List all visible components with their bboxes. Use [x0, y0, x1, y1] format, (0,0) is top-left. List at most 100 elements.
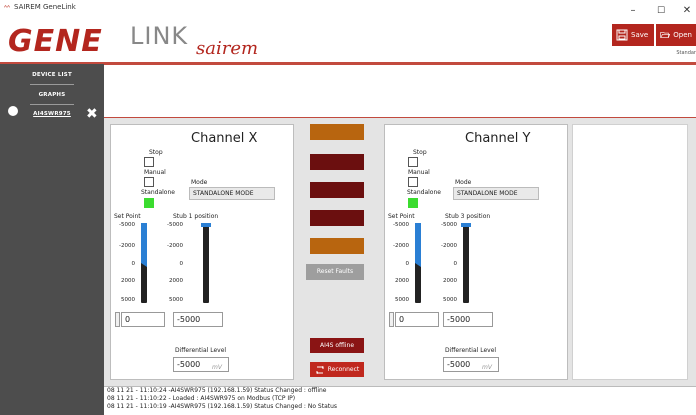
folder-icon: [660, 32, 671, 38]
save-icon: [616, 29, 628, 41]
logo-gene-text: GENE: [8, 24, 103, 59]
connection-status-badge: AI4S offline: [310, 338, 364, 353]
differential-level-unit: mV: [482, 364, 492, 371]
setpoint-label: Set Point: [388, 213, 415, 220]
manual-checkbox[interactable]: [408, 177, 418, 187]
differential-level-input[interactable]: -5000 mV: [173, 357, 229, 372]
save-label: Save: [631, 31, 649, 39]
setpoint-spinner[interactable]: [389, 312, 394, 327]
differential-level-value: -5000: [447, 360, 471, 369]
stop-checkbox[interactable]: [144, 157, 154, 167]
manual-label: Manual: [408, 169, 430, 176]
tick-label: -5000: [167, 222, 183, 228]
tick-label: 5000: [395, 297, 409, 303]
mode-field: STANDALONE MODE: [189, 187, 275, 200]
tick-label: 2000: [395, 278, 409, 284]
title-bar: ᴬᴬ SAIREM GeneLink – ☐ ✕: [0, 0, 696, 20]
standalone-indicator: [408, 198, 418, 208]
tick-label: 2000: [443, 278, 457, 284]
channel-x-panel: Channel X Stop Manual Standalone Mode ST…: [110, 124, 294, 380]
stub-position-input[interactable]: -5000: [173, 312, 223, 327]
differential-level-input[interactable]: -5000 mV: [443, 357, 499, 372]
main-area: Channel X Stop Manual Standalone Mode ST…: [104, 118, 696, 386]
sidebar-item-device-list[interactable]: DEVICE LIST: [0, 72, 104, 78]
reset-faults-button[interactable]: Reset Faults: [306, 264, 364, 280]
tick-label: -5000: [393, 222, 409, 228]
tick-label: 2000: [121, 278, 135, 284]
setpoint-input[interactable]: 0: [395, 312, 439, 327]
reconnect-label: Reconnect: [327, 366, 360, 373]
open-button[interactable]: Open: [656, 24, 696, 46]
stub-slider-thumb[interactable]: [201, 223, 211, 227]
tick-label: 0: [179, 261, 184, 267]
window-title: SAIREM GeneLink: [14, 3, 76, 11]
tick-label: -5000: [441, 222, 457, 228]
setpoint-slider-thumb[interactable]: [415, 259, 421, 267]
mode-label: Mode: [191, 179, 208, 186]
stub-position-input[interactable]: -5000: [443, 312, 493, 327]
tick-label: -5000: [119, 222, 135, 228]
setpoint-slider-fill: [415, 223, 421, 263]
channel-y-title: Channel Y: [465, 131, 531, 146]
top-panel: [104, 64, 696, 118]
status-bar-1: [310, 124, 364, 140]
sidebar-divider: [30, 84, 74, 85]
standard-mode-label: Standar: [676, 50, 696, 56]
setpoint-spinner[interactable]: [115, 312, 120, 327]
manual-checkbox[interactable]: [144, 177, 154, 187]
stop-label: Stop: [149, 149, 163, 156]
stub-slider[interactable]: [463, 223, 469, 303]
genelink-logo: GENE LINK sairem: [8, 22, 268, 62]
differential-level-unit: mV: [212, 364, 222, 371]
setpoint-slider-fill: [141, 223, 147, 263]
log-line: 08 11 21 - 11:10:22 - Loaded : AI4SWR975…: [107, 395, 296, 402]
minimize-button[interactable]: –: [626, 6, 640, 16]
standalone-label: Standalone: [141, 189, 175, 196]
empty-panel: [572, 124, 688, 380]
tick-label: -2000: [441, 243, 457, 249]
standalone-indicator: [144, 198, 154, 208]
setpoint-label: Set Point: [114, 213, 141, 220]
stub-slider[interactable]: [203, 223, 209, 303]
sidebar-divider: [30, 104, 74, 105]
status-bar-3: [310, 182, 364, 198]
close-device-icon[interactable]: ✖: [86, 107, 98, 121]
status-bar-5: [310, 238, 364, 254]
status-bar-4: [310, 210, 364, 226]
save-button[interactable]: Save: [612, 24, 654, 46]
mode-label: Mode: [455, 179, 472, 186]
tick-label: 5000: [443, 297, 457, 303]
channel-y-panel: Channel Y Stop Manual Standalone Mode ST…: [384, 124, 568, 380]
sidebar-item-graphs[interactable]: GRAPHS: [0, 92, 104, 98]
tick-label: 5000: [169, 297, 183, 303]
mode-field: STANDALONE MODE: [453, 187, 539, 200]
tick-label: -2000: [393, 243, 409, 249]
tick-label: 0: [405, 261, 410, 267]
stop-checkbox[interactable]: [408, 157, 418, 167]
standalone-label: Standalone: [407, 189, 441, 196]
reconnect-icon: [315, 365, 324, 374]
tick-label: 0: [453, 261, 458, 267]
tick-label: -2000: [119, 243, 135, 249]
logo-sairem-text: sairem: [196, 38, 259, 59]
close-window-button[interactable]: ✕: [680, 6, 694, 16]
stub-slider-thumb[interactable]: [461, 223, 471, 227]
stop-label: Stop: [413, 149, 427, 156]
log-line: 08 11 21 - 11:10:24 -AI4SWR975 (192.168.…: [107, 387, 327, 394]
tick-label: 5000: [121, 297, 135, 303]
differential-level-value: -5000: [177, 360, 201, 369]
tick-label: 2000: [169, 278, 183, 284]
tick-label: 0: [131, 261, 136, 267]
differential-level-label: Differential Level: [175, 347, 227, 354]
logo-link-text: LINK: [130, 22, 189, 50]
maximize-button[interactable]: ☐: [654, 6, 668, 16]
open-label: Open: [673, 31, 692, 39]
stub-label: Stub 1 position: [173, 213, 219, 220]
setpoint-input[interactable]: 0: [121, 312, 165, 327]
setpoint-slider-thumb[interactable]: [141, 259, 147, 267]
app-icon: ᴬᴬ: [4, 4, 11, 12]
sidebar: DEVICE LIST GRAPHS AI4SWR975 ✖: [0, 64, 104, 415]
reconnect-button[interactable]: Reconnect: [310, 362, 364, 377]
differential-level-label: Differential Level: [445, 347, 497, 354]
stub-label: Stub 3 position: [445, 213, 491, 220]
